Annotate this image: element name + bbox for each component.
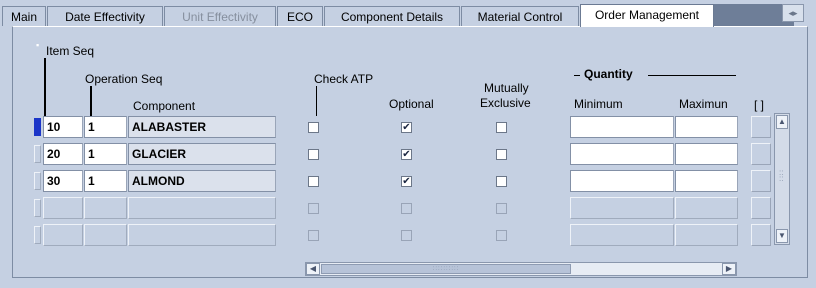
folder-extra-field[interactable] [751,170,771,192]
check-atp-checkbox[interactable] [308,149,319,160]
tab-scroll-icon[interactable]: ◂▸ [782,4,804,22]
item-seq-bracket [44,58,46,118]
folder-extra-header: [ ] [754,98,765,112]
check-atp-checkbox [308,203,319,214]
item-seq-field[interactable]: 10 [43,116,83,138]
scroll-up-icon[interactable]: ▲ [776,115,788,129]
scroll-grip-icon[interactable]: :::: [779,169,783,183]
vertical-scrollbar[interactable]: ▲ ▼ :::: [774,113,790,245]
minimum-quantity-field[interactable] [570,197,674,219]
component-field[interactable] [128,224,276,246]
mutually-exclusive-checkbox[interactable] [496,122,507,133]
operation-seq-field[interactable]: 1 [84,116,127,138]
current-record-indicator[interactable] [34,145,41,163]
scroll-right-icon[interactable]: ▶ [722,263,736,275]
mutually-header: Mutually [484,81,529,95]
scroll-left-icon[interactable]: ◀ [306,263,320,275]
component-field[interactable] [128,197,276,219]
folder-extra-field[interactable] [751,143,771,165]
tab-main[interactable]: Main [2,6,46,26]
minimum-quantity-field[interactable] [570,116,674,138]
quantity-rule-right [648,75,736,76]
component-header: Component [133,99,196,113]
operation-seq-field[interactable] [84,224,127,246]
item-seq-field[interactable]: 20 [43,143,83,165]
operation-seq-field[interactable] [84,197,127,219]
folder-extra-field[interactable] [751,116,771,138]
component-field[interactable]: GLACIER [128,143,276,165]
tab-component-details[interactable]: Component Details [324,6,460,26]
minimum-quantity-field[interactable] [570,170,674,192]
horizontal-scroll-thumb[interactable]: :::::::::: [321,264,571,274]
current-record-indicator[interactable] [34,118,41,136]
horizontal-scrollbar[interactable]: ◀ :::::::::: ▶ [305,262,737,276]
maximum-quantity-field[interactable] [675,143,738,165]
maximum-quantity-field[interactable] [675,116,738,138]
component-field[interactable]: ALABASTER [128,116,276,138]
maximum-header: Maximun [679,97,728,111]
optional-checkbox [401,203,412,214]
quantity-rule-left [574,75,580,76]
minimum-header: Minimum [574,97,623,111]
current-record-indicator[interactable] [34,172,41,190]
maximum-quantity-field[interactable] [675,197,738,219]
maximum-quantity-field[interactable] [675,170,738,192]
optional-checkbox [401,230,412,241]
mutually-exclusive-checkbox[interactable] [496,176,507,187]
tab-strip: Main Date Effectivity Unit Effectivity E… [0,0,816,27]
item-seq-field[interactable] [43,224,83,246]
check-atp-bracket [316,86,317,116]
operation-seq-field[interactable]: 1 [84,143,127,165]
minimum-quantity-field[interactable] [570,224,674,246]
optional-checkbox[interactable]: ✔ [401,122,412,133]
tab-unit-effectivity: Unit Effectivity [164,6,276,26]
mutually-exclusive-checkbox [496,230,507,241]
quantity-group-header: Quantity [584,67,633,81]
current-record-indicator[interactable] [34,226,41,244]
folder-extra-field[interactable] [751,197,771,219]
operation-seq-bracket [90,86,92,118]
check-atp-checkbox[interactable] [308,122,319,133]
optional-checkbox[interactable]: ✔ [401,149,412,160]
maximum-quantity-field[interactable] [675,224,738,246]
tab-order-management[interactable]: Order Management [580,4,714,27]
folder-extra-field[interactable] [751,224,771,246]
operation-seq-header: Operation Seq [85,72,163,86]
item-seq-header: Item Seq [46,44,95,58]
mutually-exclusive-checkbox [496,203,507,214]
tab-date-effectivity[interactable]: Date Effectivity [47,6,163,26]
check-atp-header: Check ATP [314,72,374,86]
current-record-indicator[interactable] [34,199,41,217]
check-atp-checkbox [308,230,319,241]
exclusive-header: Exclusive [480,96,531,110]
item-seq-field[interactable] [43,197,83,219]
minimum-quantity-field[interactable] [570,143,674,165]
scroll-down-icon[interactable]: ▼ [776,229,788,243]
mutually-exclusive-checkbox[interactable] [496,149,507,160]
operation-seq-field[interactable]: 1 [84,170,127,192]
optional-checkbox[interactable]: ✔ [401,176,412,187]
tab-eco[interactable]: ECO [277,6,323,26]
item-seq-marker: ▪ [36,40,40,50]
optional-header: Optional [389,97,434,111]
item-seq-field[interactable]: 30 [43,170,83,192]
component-field[interactable]: ALMOND [128,170,276,192]
check-atp-checkbox[interactable] [308,176,319,187]
tab-material-control[interactable]: Material Control [461,6,579,26]
